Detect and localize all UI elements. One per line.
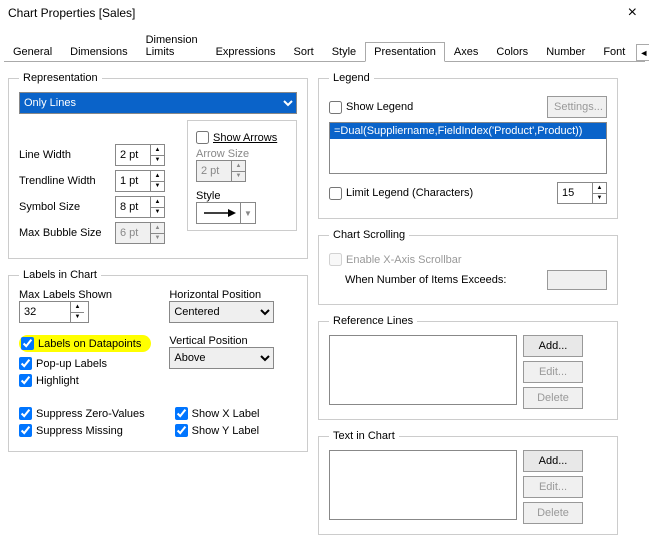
symbol-size-label: Symbol Size: [19, 201, 109, 213]
legend-legend: Legend: [329, 72, 374, 84]
text-add-button[interactable]: Add...: [523, 450, 583, 472]
labels-legend: Labels in Chart: [19, 269, 101, 281]
limit-legend-spinner[interactable]: ▲▼: [557, 182, 607, 204]
tab-style[interactable]: Style: [323, 42, 365, 61]
spin-up-icon[interactable]: ▲: [151, 197, 164, 208]
tab-font[interactable]: Font: [594, 42, 634, 61]
arrow-size-input: [197, 161, 231, 181]
text-delete-button: Delete: [523, 502, 583, 524]
spin-down-icon[interactable]: ▼: [151, 182, 164, 192]
representation-group: Representation Only Lines Line Width ▲▼ …: [8, 72, 308, 259]
limit-legend-check[interactable]: Limit Legend (Characters): [329, 187, 473, 200]
legend-settings-button: Settings...: [547, 96, 607, 118]
labels-in-chart-group: Labels in Chart Max Labels Shown ▲▼ Labe…: [8, 269, 308, 452]
legend-item[interactable]: =Dual(Suppliername,FieldIndex('Product',…: [330, 123, 606, 139]
max-bubble-input: [116, 223, 150, 243]
spin-up-icon[interactable]: ▲: [151, 171, 164, 182]
tab-strip: General Dimensions Dimension Limits Expr…: [4, 30, 645, 62]
legend-listbox[interactable]: =Dual(Suppliername,FieldIndex('Product',…: [329, 122, 607, 174]
arrow-size-label: Arrow Size: [196, 148, 288, 160]
refline-add-button[interactable]: Add...: [523, 335, 583, 357]
tab-axes[interactable]: Axes: [445, 42, 487, 61]
tab-scroll-left-icon[interactable]: ◄: [636, 44, 649, 61]
arrow-style-select[interactable]: ▼: [196, 202, 256, 224]
legend-group: Legend Show Legend Settings... =Dual(Sup…: [318, 72, 618, 219]
arrow-size-spinner: ▲▼: [196, 160, 246, 182]
line-width-spinner[interactable]: ▲▼: [115, 144, 165, 166]
trendline-width-label: Trendline Width: [19, 175, 109, 187]
suppress-missing-check[interactable]: Suppress Missing: [19, 424, 145, 437]
window-title: Chart Properties [Sales]: [8, 6, 135, 20]
highlight-check[interactable]: Highlight: [19, 374, 151, 387]
line-width-input[interactable]: [116, 145, 150, 165]
limit-legend-input[interactable]: [558, 183, 592, 203]
trendline-width-spinner[interactable]: ▲▼: [115, 170, 165, 192]
representation-legend: Representation: [19, 72, 102, 84]
tab-presentation[interactable]: Presentation: [365, 42, 445, 62]
spin-up-icon[interactable]: ▲: [593, 183, 606, 194]
line-width-label: Line Width: [19, 149, 109, 161]
spin-up-icon[interactable]: ▲: [71, 302, 84, 313]
spin-up-icon[interactable]: ▲: [151, 145, 164, 156]
spin-up-icon: ▲: [232, 161, 245, 172]
reflines-legend: Reference Lines: [329, 315, 417, 327]
max-labels-input[interactable]: [20, 302, 70, 322]
text-listbox[interactable]: [329, 450, 517, 520]
spin-down-icon: ▼: [232, 172, 245, 182]
representation-select[interactable]: Only Lines: [19, 92, 297, 114]
spin-down-icon[interactable]: ▼: [151, 156, 164, 166]
tab-sort[interactable]: Sort: [285, 42, 323, 61]
show-y-label-check[interactable]: Show Y Label: [175, 424, 260, 437]
show-arrows-check[interactable]: Show Arrows: [196, 131, 288, 144]
tab-dimension-limits[interactable]: Dimension Limits: [137, 30, 207, 61]
symbol-size-input[interactable]: [116, 197, 150, 217]
labels-on-datapoints-check[interactable]: Labels on Datapoints: [21, 337, 141, 350]
tab-colors[interactable]: Colors: [487, 42, 537, 61]
trendline-width-input[interactable]: [116, 171, 150, 191]
popup-labels-check[interactable]: Pop-up Labels: [19, 357, 151, 370]
spin-down-icon[interactable]: ▼: [593, 194, 606, 204]
spin-down-icon: ▼: [151, 234, 164, 244]
chevron-down-icon[interactable]: ▼: [240, 203, 255, 223]
hpos-select[interactable]: Centered: [169, 301, 274, 323]
show-x-label-check[interactable]: Show X Label: [175, 407, 260, 420]
max-labels-spinner[interactable]: ▲▼: [19, 301, 89, 323]
refline-edit-button: Edit...: [523, 361, 583, 383]
vpos-select[interactable]: Above: [169, 347, 274, 369]
tab-expressions[interactable]: Expressions: [207, 42, 285, 61]
tab-number[interactable]: Number: [537, 42, 594, 61]
max-labels-label: Max Labels Shown: [19, 289, 151, 301]
hpos-label: Horizontal Position: [169, 289, 274, 301]
items-exceed-label: When Number of Items Exceeds:: [345, 274, 506, 286]
items-exceed-input: [547, 270, 607, 290]
suppress-zero-check[interactable]: Suppress Zero-Values: [19, 407, 145, 420]
text-in-chart-group: Text in Chart Add... Edit... Delete: [318, 430, 618, 535]
show-legend-check[interactable]: Show Legend: [329, 101, 413, 114]
arrow-style-label: Style: [196, 190, 288, 202]
arrow-right-icon: [202, 208, 236, 218]
spin-down-icon[interactable]: ▼: [151, 208, 164, 218]
max-bubble-spinner: ▲▼: [115, 222, 165, 244]
spin-down-icon[interactable]: ▼: [71, 313, 84, 323]
text-legend: Text in Chart: [329, 430, 399, 442]
vpos-label: Vertical Position: [169, 335, 274, 347]
spin-up-icon: ▲: [151, 223, 164, 234]
scrolling-legend: Chart Scrolling: [329, 229, 409, 241]
enable-x-scrollbar-check: Enable X-Axis Scrollbar: [329, 253, 607, 266]
symbol-size-spinner[interactable]: ▲▼: [115, 196, 165, 218]
reference-lines-group: Reference Lines Add... Edit... Delete: [318, 315, 618, 420]
max-bubble-label: Max Bubble Size: [19, 227, 109, 239]
text-edit-button: Edit...: [523, 476, 583, 498]
refline-delete-button: Delete: [523, 387, 583, 409]
reflines-listbox[interactable]: [329, 335, 517, 405]
chart-scrolling-group: Chart Scrolling Enable X-Axis Scrollbar …: [318, 229, 618, 305]
close-icon[interactable]: ×: [624, 4, 641, 22]
tab-general[interactable]: General: [4, 42, 61, 61]
tab-dimensions[interactable]: Dimensions: [61, 42, 136, 61]
